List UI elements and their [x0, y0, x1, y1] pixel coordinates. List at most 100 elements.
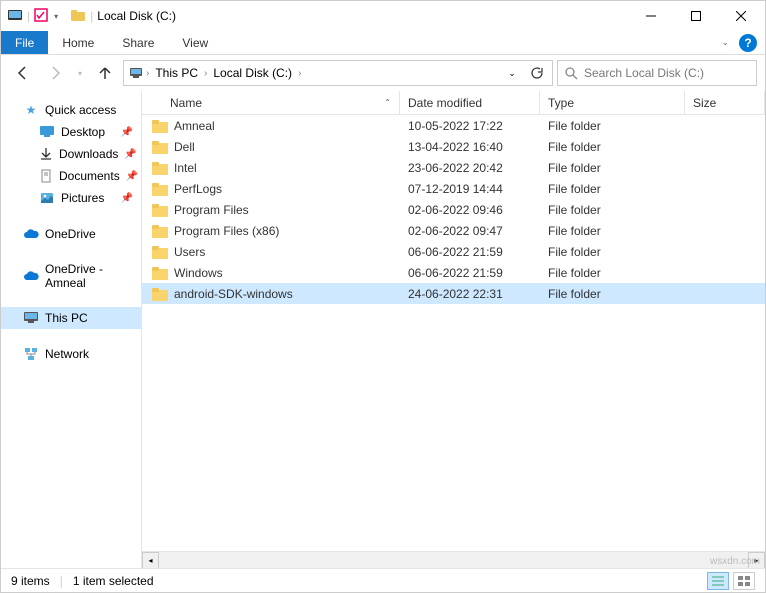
main-area: ★ Quick access Desktop 📌 Downloads 📌 Doc…: [1, 91, 765, 568]
close-button[interactable]: [718, 2, 763, 30]
file-date: 10-05-2022 17:22: [400, 119, 540, 133]
ribbon-expand-icon[interactable]: ⌄: [721, 37, 729, 48]
recent-dropdown[interactable]: ▾: [73, 59, 87, 87]
column-name[interactable]: Name⌃: [142, 91, 400, 114]
file-type: File folder: [540, 203, 685, 217]
sidebar-label: This PC: [45, 311, 88, 325]
up-button[interactable]: [91, 59, 119, 87]
forward-button[interactable]: [41, 59, 69, 87]
details-view-button[interactable]: [707, 572, 729, 590]
file-view: Name⌃ Date modified Type Size Amneal 10-0…: [142, 91, 765, 568]
horizontal-scrollbar[interactable]: ◂ ▸: [142, 551, 765, 568]
file-date: 23-06-2022 20:42: [400, 161, 540, 175]
ribbon: File Home Share View ⌄ ?: [1, 31, 765, 55]
sidebar-item-pictures[interactable]: Pictures 📌: [1, 187, 141, 209]
address-dropdown[interactable]: ⌄: [500, 61, 524, 85]
file-name: Program Files (x86): [174, 224, 279, 238]
file-date: 02-06-2022 09:46: [400, 203, 540, 217]
thumbnails-view-button[interactable]: [733, 572, 755, 590]
file-name: Amneal: [174, 119, 215, 133]
scroll-track[interactable]: [159, 552, 748, 569]
pictures-icon: [39, 190, 55, 206]
file-row[interactable]: PerfLogs07-12-2019 14:44File folder: [142, 178, 765, 199]
column-size[interactable]: Size: [685, 91, 765, 114]
sidebar-item-documents[interactable]: Documents 📌: [1, 165, 141, 187]
pin-icon: 📌: [124, 149, 136, 160]
file-row[interactable]: Intel23-06-2022 20:42File folder: [142, 157, 765, 178]
sidebar-label: Downloads: [59, 147, 118, 161]
sidebar-label: Pictures: [61, 191, 104, 205]
address-bar[interactable]: › This PC › Local Disk (C:) › ⌄: [123, 60, 553, 86]
refresh-button[interactable]: [524, 61, 548, 85]
sort-caret-icon: ⌃: [384, 98, 391, 107]
file-row[interactable]: Users06-06-2022 21:59File folder: [142, 241, 765, 262]
file-type: File folder: [540, 119, 685, 133]
sidebar-item-desktop[interactable]: Desktop 📌: [1, 121, 141, 143]
breadcrumb-thispc[interactable]: This PC: [151, 66, 202, 80]
chevron-right-icon[interactable]: ›: [204, 68, 207, 79]
file-date: 02-06-2022 09:47: [400, 224, 540, 238]
chevron-right-icon[interactable]: ›: [298, 68, 301, 79]
sidebar-item-onedrive-amneal[interactable]: OneDrive - Amneal: [1, 259, 141, 293]
file-row[interactable]: android-SDK-windows24-06-2022 22:31File …: [142, 283, 765, 304]
titlebar: | ▾ | Local Disk (C:): [1, 1, 765, 31]
cloud-icon: [23, 226, 39, 242]
search-placeholder: Search Local Disk (C:): [584, 66, 704, 80]
drive-icon: [70, 8, 86, 24]
chevron-right-icon[interactable]: ›: [146, 68, 149, 79]
file-date: 06-06-2022 21:59: [400, 266, 540, 280]
sidebar-item-network[interactable]: Network: [1, 343, 141, 365]
qat-separator: |: [25, 9, 32, 23]
qat-dropdown-icon[interactable]: ▾: [50, 12, 62, 21]
file-name: Dell: [174, 140, 195, 154]
file-name: Intel: [174, 161, 197, 175]
desktop-icon: [39, 124, 55, 140]
share-tab[interactable]: Share: [108, 31, 168, 54]
file-date: 24-06-2022 22:31: [400, 287, 540, 301]
minimize-button[interactable]: [628, 2, 673, 30]
file-name: PerfLogs: [174, 182, 222, 196]
statusbar: 9 items | 1 item selected: [1, 568, 765, 592]
file-row[interactable]: Program Files (x86) 02-06-2022 09:47File …: [142, 220, 765, 241]
file-list[interactable]: Amneal10-05-2022 17:22File folderDell13-…: [142, 115, 765, 551]
window-controls: [628, 2, 763, 30]
documents-icon: [39, 168, 53, 184]
navigation-bar: ▾ › This PC › Local Disk (C:) › ⌄ Search…: [1, 55, 765, 91]
network-icon: [23, 346, 39, 362]
home-tab[interactable]: Home: [48, 31, 108, 54]
sidebar-label: Documents: [59, 169, 120, 183]
file-row[interactable]: Windows06-06-2022 21:59File folder: [142, 262, 765, 283]
sidebar-item-downloads[interactable]: Downloads 📌: [1, 143, 141, 165]
sidebar-item-quickaccess[interactable]: ★ Quick access: [1, 99, 141, 121]
file-row[interactable]: Amneal 10-05-2022 17:22File folder: [142, 115, 765, 136]
back-button[interactable]: [9, 59, 37, 87]
help-button[interactable]: ?: [739, 34, 757, 52]
maximize-button[interactable]: [673, 2, 718, 30]
file-name: Users: [174, 245, 205, 259]
view-tab[interactable]: View: [168, 31, 222, 54]
status-item-count: 9 items: [11, 574, 50, 588]
column-type[interactable]: Type: [540, 91, 685, 114]
properties-icon[interactable]: [34, 8, 48, 25]
pc-icon: [23, 310, 39, 326]
file-row[interactable]: Program Files02-06-2022 09:46File folder: [142, 199, 765, 220]
pin-icon: 📌: [121, 127, 133, 138]
file-type: File folder: [540, 224, 685, 238]
column-date[interactable]: Date modified: [400, 91, 540, 114]
file-type: File folder: [540, 287, 685, 301]
star-icon: ★: [23, 102, 39, 118]
file-row[interactable]: Dell13-04-2022 16:40File folder: [142, 136, 765, 157]
window-title-text: Local Disk (C:): [97, 9, 176, 23]
file-type: File folder: [540, 266, 685, 280]
cloud-icon: [23, 268, 39, 284]
search-input[interactable]: Search Local Disk (C:): [557, 60, 757, 86]
navigation-pane: ★ Quick access Desktop 📌 Downloads 📌 Doc…: [1, 91, 142, 568]
scroll-left-button[interactable]: ◂: [142, 552, 159, 569]
breadcrumb-localdisk[interactable]: Local Disk (C:): [209, 66, 296, 80]
status-selected-count: 1 item selected: [73, 574, 154, 588]
sidebar-label: OneDrive: [45, 227, 96, 241]
sidebar-item-onedrive[interactable]: OneDrive: [1, 223, 141, 245]
status-separator: |: [60, 574, 63, 588]
sidebar-item-thispc[interactable]: This PC: [1, 307, 141, 329]
file-tab[interactable]: File: [1, 31, 48, 54]
